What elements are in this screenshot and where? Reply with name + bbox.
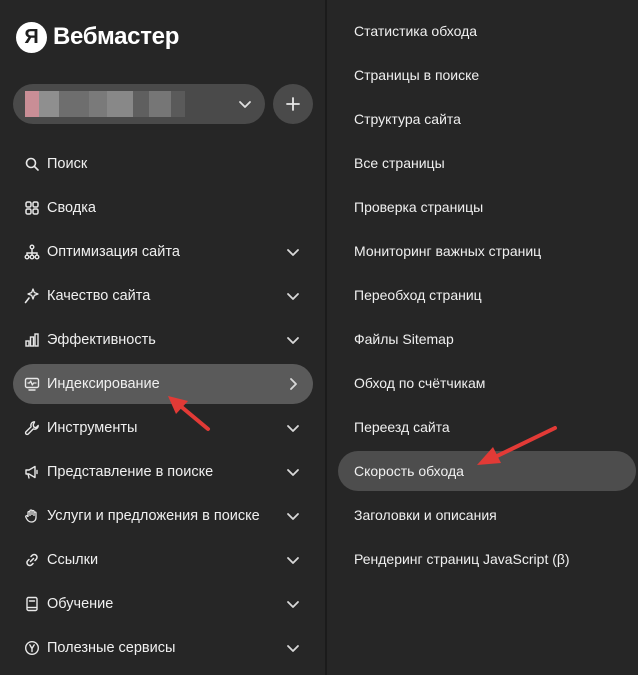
sidebar-item-learning[interactable]: Обучение [13, 584, 313, 624]
submenu-item[interactable]: Скорость обхода [338, 451, 636, 491]
hand-icon [25, 509, 37, 523]
sidebar-item-search[interactable]: Поиск [13, 144, 313, 184]
chevron-down-icon[interactable] [285, 508, 301, 524]
sidebar-item-label: Представление в поиске [47, 464, 214, 480]
submenu-item-label: Файлы Sitemap [354, 331, 454, 347]
submenu-item-label: Переезд сайта [354, 419, 450, 435]
chevron-down-icon[interactable] [285, 420, 301, 436]
grid-icon [25, 201, 39, 215]
submenu-item[interactable]: Мониторинг важных страниц [338, 231, 636, 271]
chevron-down-icon[interactable] [285, 552, 301, 568]
submenu-item[interactable]: Заголовки и описания [338, 495, 636, 535]
sidebar-item-label: Эффективность [47, 332, 156, 348]
sidebar-item-quality[interactable]: Качество сайта [13, 276, 313, 316]
submenu-item-label: Переобход страниц [354, 287, 482, 303]
chevron-down-icon [239, 101, 251, 108]
chevron-down-icon[interactable] [285, 288, 301, 304]
search-icon [25, 157, 39, 171]
submenu-item-label: Обход по счётчикам [354, 375, 486, 391]
submenu-item-label: Скорость обхода [354, 463, 464, 479]
yandex-logo-icon: Я [16, 21, 47, 53]
sidebar-item-efficiency[interactable]: Эффективность [13, 320, 313, 360]
megaphone-icon [25, 465, 38, 479]
sidebar-item-label: Услуги и предложения в поиске [47, 508, 260, 524]
submenu-item-label: Страницы в поиске [354, 67, 480, 83]
logo-text: Вебмастер [53, 23, 180, 50]
sidebar-item-optimization[interactable]: Оптимизация сайта [13, 232, 313, 272]
sidebar-item-label: Поиск [47, 156, 88, 172]
submenu-item[interactable]: Статистика обхода [338, 11, 636, 51]
sidebar-item-label: Сводка [47, 200, 96, 216]
site-selector[interactable] [13, 84, 265, 124]
sidebar-item-links[interactable]: Ссылки [13, 540, 313, 580]
sidebar-item-tools[interactable]: Инструменты [13, 408, 313, 448]
sidebar: Я Вебмастер Поиск Сводка Оптимизация сайта… [0, 0, 325, 675]
sidebar-item-label: Ссылки [47, 552, 99, 568]
chevron-down-icon[interactable] [285, 332, 301, 348]
sidebar-item-services[interactable]: Услуги и предложения в поиске [13, 496, 313, 536]
bar-chart-icon [25, 333, 39, 347]
submenu-item[interactable]: Файлы Sitemap [338, 319, 636, 359]
submenu-item-label: Статистика обхода [354, 23, 478, 39]
sidebar-item-label: Полезные сервисы [47, 640, 176, 656]
submenu-item-label: Мониторинг важных страниц [354, 243, 542, 259]
submenu-item[interactable]: Рендеринг страниц JavaScript (β) [338, 539, 636, 579]
submenu-item-label: Структура сайта [354, 111, 461, 127]
sidebar-item-label: Оптимизация сайта [47, 244, 180, 260]
indexing-submenu: Статистика обхода Страницы в поиске Структ… [327, 0, 638, 675]
submenu-item-label: Все страницы [354, 155, 445, 171]
add-site-button[interactable] [273, 84, 313, 124]
submenu-item-label: Проверка страницы [354, 199, 484, 215]
chevron-down-icon[interactable] [285, 596, 301, 612]
chevron-down-icon[interactable] [285, 464, 301, 480]
sidebar-item-representation[interactable]: Представление в поиске [13, 452, 313, 492]
chevron-down-icon[interactable] [285, 244, 301, 260]
submenu-item-label: Заголовки и описания [354, 507, 497, 523]
submenu-item[interactable]: Переезд сайта [338, 407, 636, 447]
sidebar-item-label: Обучение [47, 596, 114, 612]
plus-icon [286, 97, 300, 111]
sitemap-icon [24, 244, 40, 260]
sidebar-item-label: Качество сайта [47, 288, 151, 304]
sidebar-item-summary[interactable]: Сводка [13, 188, 313, 228]
site-name-blurred [25, 91, 185, 117]
logo[interactable]: Я Вебмастер [16, 21, 179, 53]
submenu-item[interactable]: Обход по счётчикам [338, 363, 636, 403]
submenu-item[interactable]: Все страницы [338, 143, 636, 183]
yandex-circle-icon [24, 640, 40, 656]
submenu-item[interactable]: Структура сайта [338, 99, 636, 139]
sidebar-item-label: Инструменты [47, 420, 138, 436]
chevron-down-icon[interactable] [285, 640, 301, 656]
submenu-item[interactable]: Переобход страниц [338, 275, 636, 315]
link-icon [26, 553, 38, 567]
submenu-item[interactable]: Страницы в поиске [338, 55, 636, 95]
wrench-icon [24, 421, 39, 436]
sparkle-icon [24, 288, 39, 304]
sidebar-item-label: Индексирование [47, 376, 160, 392]
submenu-item-label: Рендеринг страниц JavaScript (β) [354, 551, 570, 567]
submenu-item[interactable]: Проверка страницы [338, 187, 636, 227]
book-icon [26, 596, 38, 612]
chevron-right-icon[interactable] [285, 376, 301, 392]
monitor-pulse-icon [24, 377, 40, 391]
sidebar-item-useful[interactable]: Полезные сервисы [13, 628, 313, 668]
sidebar-item-indexing[interactable]: Индексирование [13, 364, 313, 404]
